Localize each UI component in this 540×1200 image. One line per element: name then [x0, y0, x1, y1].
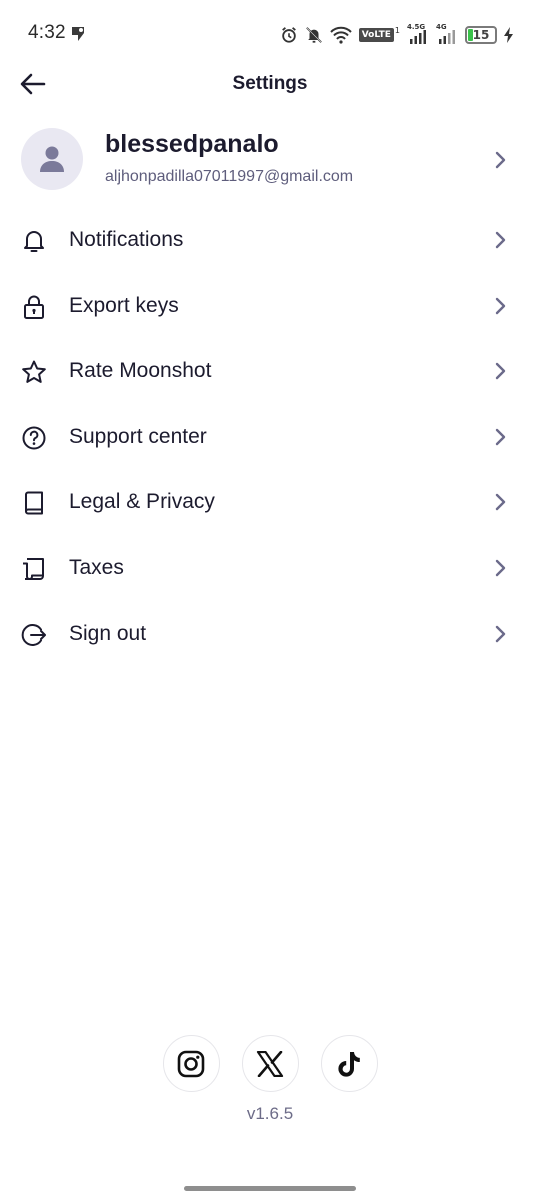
status-icons: VoLTE 1 4.5G 4G 15	[280, 23, 514, 46]
menu-item-notifications[interactable]: Notifications	[0, 208, 540, 274]
menu-item-label: Taxes	[69, 555, 124, 579]
sign-out-icon	[21, 623, 46, 646]
settings-menu: Notifications Export keys Rate Moonshot …	[0, 208, 540, 667]
chevron-right-icon	[495, 494, 506, 511]
menu-item-label: Sign out	[69, 621, 147, 645]
app-version: v1.6.5	[246, 1104, 294, 1123]
menu-item-support-center[interactable]: Support center	[0, 405, 540, 471]
tiktok-button[interactable]	[320, 1035, 378, 1092]
menu-item-taxes[interactable]: Taxes	[0, 536, 540, 602]
menu-item-label: Rate Moonshot	[69, 359, 212, 383]
menu-item-sign-out[interactable]: Sign out	[0, 602, 540, 668]
wifi-icon	[329, 26, 352, 44]
chevron-right-icon	[495, 362, 506, 380]
page-title: Settings	[232, 73, 308, 94]
lock-icon	[24, 295, 44, 319]
app-notification-icon	[68, 24, 88, 44]
profile-email: aljhonpadilla07011997@gmail.com	[105, 168, 354, 185]
charging-icon	[504, 27, 514, 43]
profile-row[interactable]: blessedpanalo aljhonpadilla07011997@gmai…	[0, 126, 540, 192]
receipt-icon	[23, 557, 44, 580]
social-links	[0, 1035, 540, 1092]
alarm-icon	[280, 26, 298, 44]
star-icon	[22, 360, 46, 384]
x-button[interactable]	[241, 1035, 299, 1092]
status-time: 4:32	[28, 22, 66, 43]
chevron-right-icon	[495, 231, 506, 249]
menu-item-rate-moonshot[interactable]: Rate Moonshot	[0, 339, 540, 405]
x-icon	[256, 1050, 284, 1077]
chevron-right-icon	[495, 428, 506, 445]
signal-icon-2: 4G	[436, 23, 458, 45]
instagram-button[interactable]	[162, 1035, 220, 1092]
chevron-right-icon	[495, 559, 506, 577]
chevron-right-icon	[495, 625, 506, 642]
menu-item-export-keys[interactable]: Export keys	[0, 274, 540, 340]
home-indicator[interactable]	[184, 1186, 356, 1191]
menu-item-label: Legal & Privacy	[69, 490, 215, 514]
sim-label: 1	[394, 25, 400, 35]
avatar	[21, 128, 83, 190]
menu-item-label: Export keys	[69, 293, 179, 317]
instagram-icon	[177, 1050, 205, 1077]
tiktok-icon	[338, 1051, 360, 1077]
status-bar: 4:32 VoLTE 1 4.5G 4G 15	[0, 0, 540, 68]
menu-item-legal-privacy[interactable]: Legal & Privacy	[0, 470, 540, 536]
volte-badge: VoLTE	[358, 28, 394, 42]
profile-name: blessedpanalo	[105, 130, 279, 158]
question-icon	[22, 426, 46, 450]
bell-muted-icon	[305, 26, 323, 44]
user-icon	[40, 146, 64, 172]
menu-item-label: Notifications	[69, 228, 184, 251]
header: Settings	[0, 62, 540, 106]
signal-icon-1: 4.5G	[407, 23, 429, 45]
chevron-right-icon	[495, 151, 506, 169]
bell-icon	[24, 231, 44, 252]
book-icon	[25, 491, 43, 515]
battery-icon: 15	[465, 26, 497, 44]
chevron-right-icon	[495, 297, 506, 314]
menu-item-label: Support center	[69, 424, 207, 448]
